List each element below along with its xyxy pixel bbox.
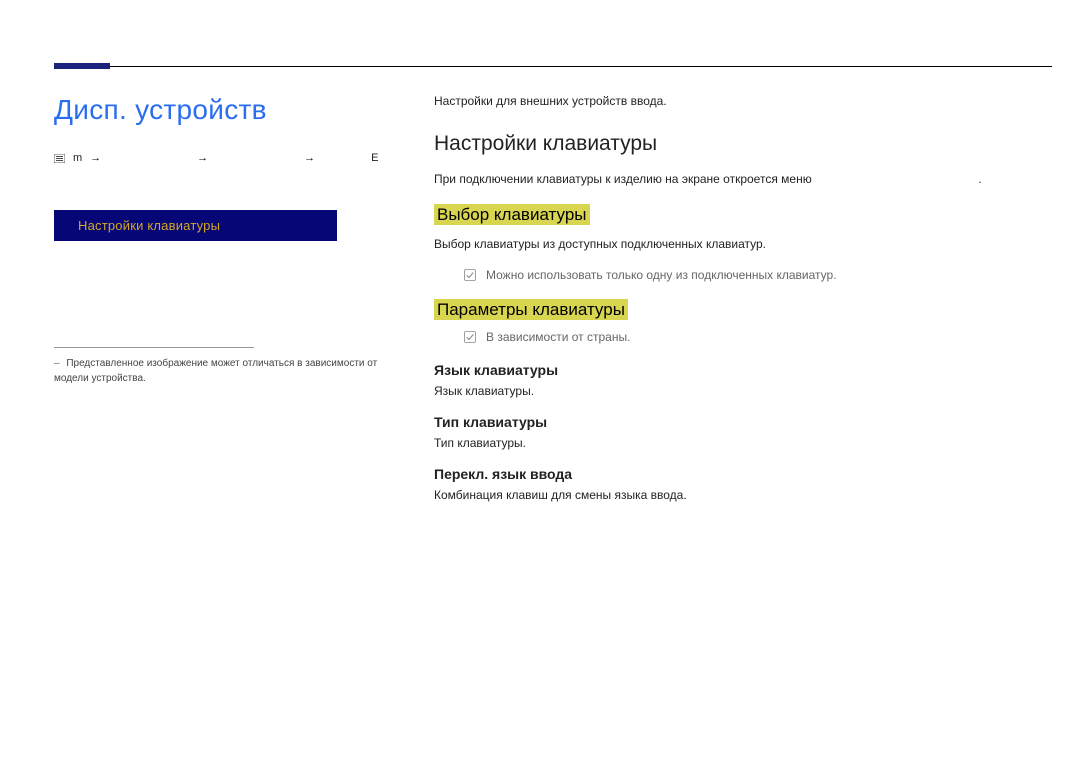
header-accent <box>54 63 110 69</box>
keyboard-settings-desc-trail: . <box>978 172 981 186</box>
left-column: Дисп. устройств m → → → E Настройки клав… <box>54 94 424 508</box>
keyboard-settings-desc: При подключении клавиатуры к изделию на … <box>434 170 1052 189</box>
item-switch-input-lang-body: Комбинация клавиш для смены языка ввода. <box>434 488 1052 502</box>
subsection-keyboard-params-label: Параметры клавиатуры <box>434 299 628 320</box>
header-rule <box>54 66 1052 67</box>
subsection-keyboard-params: Параметры клавиатуры <box>434 300 1052 320</box>
keyboard-select-body: Выбор клавиатуры из доступных подключенн… <box>434 235 1052 254</box>
item-keyboard-language-head: Язык клавиатуры <box>434 362 1052 378</box>
content-column: Настройки для внешних устройств ввода. Н… <box>424 94 1052 508</box>
subsection-keyboard-select-label: Выбор клавиатуры <box>434 204 590 225</box>
footnote: – Представленное изображение может отлич… <box>54 356 394 386</box>
item-keyboard-type-head: Тип клавиатуры <box>434 414 1052 430</box>
info-icon <box>464 331 476 346</box>
keyboard-params-note: В зависимости от страны. <box>464 330 1052 346</box>
item-keyboard-language-body: Язык клавиатуры. <box>434 384 1052 398</box>
breadcrumb-arrow-1: → <box>90 152 101 164</box>
breadcrumb-arrow-2: → <box>197 152 208 164</box>
breadcrumb: m → → → E <box>54 152 394 164</box>
keyboard-select-note: Можно использовать только одну из подклю… <box>464 268 1052 284</box>
section-keyboard-settings: Настройки клавиатуры <box>434 132 1052 156</box>
breadcrumb-seg-1: m <box>73 152 82 164</box>
page-title: Дисп. устройств <box>54 94 394 126</box>
item-keyboard-type-body: Тип клавиатуры. <box>434 436 1052 450</box>
sidebar-panel: Настройки клавиатуры <box>54 210 337 241</box>
menu-icon <box>54 154 65 163</box>
intro-text: Настройки для внешних устройств ввода. <box>434 94 1052 108</box>
subsection-keyboard-select: Выбор клавиатуры <box>434 205 1052 225</box>
keyboard-select-note-text: Можно использовать только одну из подклю… <box>486 268 837 282</box>
sidebar-item-keyboard-settings[interactable]: Настройки клавиатуры <box>54 214 337 237</box>
footnote-divider <box>54 347 254 348</box>
breadcrumb-end: E <box>371 152 378 164</box>
footnote-text: Представленное изображение может отличат… <box>54 358 377 384</box>
breadcrumb-arrow-3: → <box>304 152 315 164</box>
footnote-bullet: – <box>54 358 60 369</box>
keyboard-settings-desc-text: При подключении клавиатуры к изделию на … <box>434 172 812 186</box>
info-icon <box>464 269 476 284</box>
item-switch-input-lang-head: Перекл. язык ввода <box>434 466 1052 482</box>
sidebar-item-label: Настройки клавиатуры <box>78 218 220 233</box>
keyboard-params-note-text: В зависимости от страны. <box>486 330 630 344</box>
